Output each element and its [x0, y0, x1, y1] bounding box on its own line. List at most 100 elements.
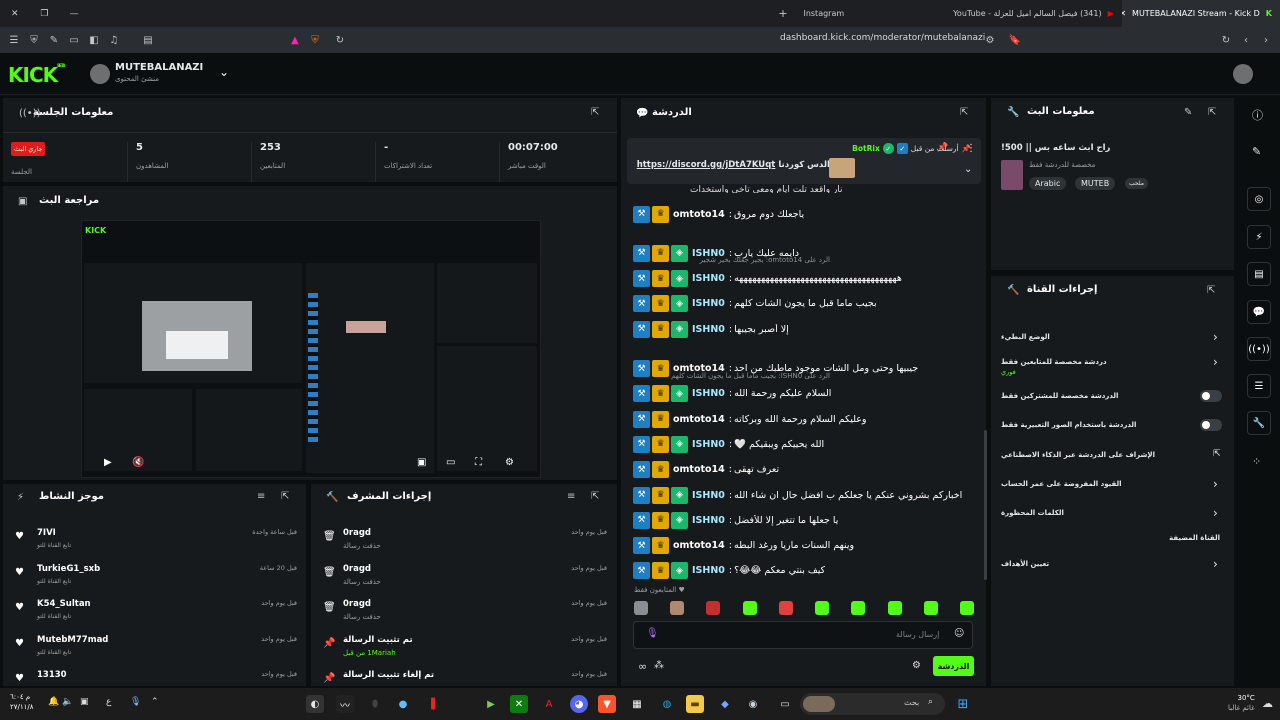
- toggle-switch[interactable]: [1200, 419, 1222, 431]
- infinity-icon[interactable]: ∞: [638, 660, 647, 673]
- windows-start-icon[interactable]: ⊞: [954, 695, 972, 713]
- restore-window-icon[interactable]: ❐: [30, 0, 60, 27]
- volume-icon[interactable]: 🔈: [62, 697, 73, 707]
- sidebar-document-icon[interactable]: ▤: [1247, 262, 1271, 286]
- chevron-right-icon[interactable]: ›: [1213, 477, 1218, 491]
- taskbar-discord-icon[interactable]: ◕: [570, 695, 588, 713]
- brave-rewards-icon[interactable]: ▲: [285, 30, 305, 50]
- people-icon[interactable]: ⁂: [654, 660, 664, 671]
- pencil-icon[interactable]: ✎: [1252, 145, 1261, 158]
- chevron-down-icon[interactable]: ⌄: [964, 164, 972, 175]
- chat-username[interactable]: omtoto14: [673, 209, 725, 220]
- taskbar-app-4-icon[interactable]: ●: [394, 695, 412, 713]
- emote-icon[interactable]: [670, 601, 685, 615]
- activity-user[interactable]: MutebM77mad: [37, 635, 108, 645]
- minimize-window-icon[interactable]: —: [59, 0, 89, 27]
- emote-icon[interactable]: [742, 601, 757, 615]
- emote-icon[interactable]: [923, 601, 938, 615]
- popout-icon[interactable]: ⇱: [281, 491, 289, 502]
- chat-message[interactable]: ⚒ ♛ omtoto14: تعرف تهقى: [633, 460, 779, 480]
- pinned-link[interactable]: https://discord.gg/jDtA7KUqt: [637, 160, 776, 170]
- sidebar-icon[interactable]: ◧: [84, 30, 104, 50]
- tab-add-icon[interactable]: +: [770, 0, 795, 27]
- user-avatar[interactable]: [1233, 64, 1253, 84]
- wallet-icon[interactable]: ▭: [64, 30, 84, 50]
- chat-message[interactable]: ⚒ ♛ ◈ ISHN0: ههههههههههههههههههههههههههههه…: [633, 269, 902, 289]
- activity-user[interactable]: 13130: [37, 670, 67, 680]
- taskbar-xbox-icon[interactable]: ✕: [510, 695, 528, 713]
- popout-icon[interactable]: ⇱: [1207, 285, 1215, 296]
- chat-username[interactable]: ISHN0: [692, 298, 725, 309]
- microphone-icon[interactable]: 🎙: [130, 697, 141, 707]
- fullscreen-icon[interactable]: ⛶: [475, 457, 482, 468]
- chat-message[interactable]: ⚒ ♛ omtoto14: جيبيها وحتى ومل الشات موجود…: [633, 359, 918, 379]
- channel-action-item[interactable]: الدردشة باستخدام الصور التعبيرية فقط: [991, 419, 1234, 443]
- news-icon[interactable]: ▤: [138, 30, 158, 50]
- channel-action-item[interactable]: الدردشة مخصصة للمشتركين فقط: [991, 390, 1234, 414]
- weather-widget[interactable]: 30°C غائم غالبا: [1228, 693, 1255, 713]
- forward-icon[interactable]: ›: [1256, 30, 1276, 50]
- video-settings-icon[interactable]: ⚙: [505, 457, 514, 468]
- mute-icon[interactable]: 🔇: [132, 457, 144, 468]
- bookmark-icon[interactable]: 🔖: [1005, 30, 1025, 50]
- refresh-icon[interactable]: ↻: [1216, 30, 1236, 50]
- sidebar-target-icon[interactable]: ◎: [1247, 187, 1271, 211]
- chat-username[interactable]: omtoto14: [673, 363, 725, 374]
- sidebar-broadcast-icon[interactable]: ((•)): [1247, 337, 1271, 361]
- music-icon[interactable]: ♫: [104, 30, 124, 50]
- channel-action-item[interactable]: القيود المفروضة على عمر الحساب ›: [991, 477, 1234, 502]
- sidebar-chat-icon[interactable]: 💬: [1247, 300, 1271, 324]
- tab-kick[interactable]: K MUTEBALANAZI Stream - Kick D ✕: [1121, 0, 1280, 27]
- chat-username[interactable]: ISHN0: [692, 248, 725, 259]
- chevron-right-icon[interactable]: ›: [1213, 330, 1218, 344]
- taskbar-steam-icon[interactable]: ◉: [744, 695, 762, 713]
- brave-shield-icon[interactable]: ⛨: [305, 30, 325, 50]
- chat-message[interactable]: ⚒ ♛ ◈ ISHN0: إلا أصبر بجيبها: [633, 319, 789, 339]
- menu-icon[interactable]: ☰: [4, 30, 24, 50]
- sidebar-bolt-icon[interactable]: ⚡: [1247, 225, 1271, 249]
- chat-username[interactable]: ISHN0: [692, 515, 725, 526]
- toggle-switch[interactable]: [1200, 390, 1222, 402]
- taskbar-app-8-icon[interactable]: ◆: [716, 695, 734, 713]
- chat-input-box[interactable]: 🎙 إرسال رسالة ☺: [633, 621, 973, 649]
- activity-user[interactable]: 7IVI: [37, 528, 56, 538]
- emote-icon[interactable]: [887, 601, 902, 615]
- shield-icon[interactable]: ⛨: [24, 30, 44, 50]
- taskbar-explorer-icon[interactable]: ▬: [686, 695, 704, 713]
- chevron-right-icon[interactable]: ›: [1213, 506, 1218, 520]
- back-icon[interactable]: ‹: [1236, 30, 1256, 50]
- emote-icon[interactable]: [778, 601, 793, 615]
- network-icon[interactable]: ▣: [80, 697, 89, 707]
- chevron-right-icon[interactable]: ›: [1213, 355, 1218, 369]
- tray-chevron-icon[interactable]: ⌃: [151, 697, 159, 707]
- close-window-icon[interactable]: ✕: [0, 0, 30, 27]
- chat-username[interactable]: omtoto14: [673, 414, 725, 425]
- chat-scrollbar[interactable]: [984, 430, 987, 580]
- taskbar-app-1-icon[interactable]: ◐: [306, 695, 324, 713]
- chat-message[interactable]: ⚒ ♛ ◈ ISHN0: دايمه عليك يارب: [633, 243, 799, 263]
- chat-settings-icon[interactable]: ⚙: [912, 660, 921, 671]
- taskbar-app-6-icon[interactable]: ▶: [482, 695, 500, 713]
- chat-message[interactable]: ⚒ ♛ ◈ ISHN0: يا جعلها ما تتغير إلا للأفضل: [633, 510, 838, 530]
- sidebar-add-widget-icon[interactable]: ⁘: [1252, 455, 1261, 468]
- chat-username[interactable]: ISHN0: [692, 439, 725, 450]
- emote-icon[interactable]: [851, 601, 866, 615]
- taskbar-store-icon[interactable]: ▦: [628, 695, 646, 713]
- chat-username[interactable]: ISHN0: [692, 565, 725, 576]
- popout-icon[interactable]: ⇱: [960, 107, 968, 118]
- tab-instagram[interactable]: Instagram: [795, 0, 933, 27]
- taskbar-app-7-icon[interactable]: A: [540, 695, 558, 713]
- notification-icon[interactable]: 🔔: [48, 697, 59, 707]
- emoji-icon[interactable]: ☺: [954, 628, 964, 639]
- chat-message[interactable]: ⚒ ♛ ◈ ISHN0: اخباركم بشروني عنكم يا جعلكم …: [633, 485, 962, 505]
- pen-icon[interactable]: ✎: [44, 30, 64, 50]
- taskbar-app-3-icon[interactable]: ⬮: [366, 695, 384, 713]
- chat-username[interactable]: ISHN0: [692, 388, 725, 399]
- activity-user[interactable]: TurkieG1_sxb: [37, 564, 100, 574]
- chat-send-button[interactable]: الدردشة: [933, 656, 974, 676]
- chat-username[interactable]: ISHN0: [692, 490, 725, 501]
- channel-action-item[interactable]: دردشة مخصصة للمتابعين فقط فوري ›: [991, 355, 1234, 380]
- chat-message[interactable]: ⚒ ♛ ◈ ISHN0: السلام عليكم ورحمة الله: [633, 384, 831, 404]
- activity-user[interactable]: K54_Sultan: [37, 599, 91, 609]
- language-indicator-icon[interactable]: ع: [106, 697, 111, 707]
